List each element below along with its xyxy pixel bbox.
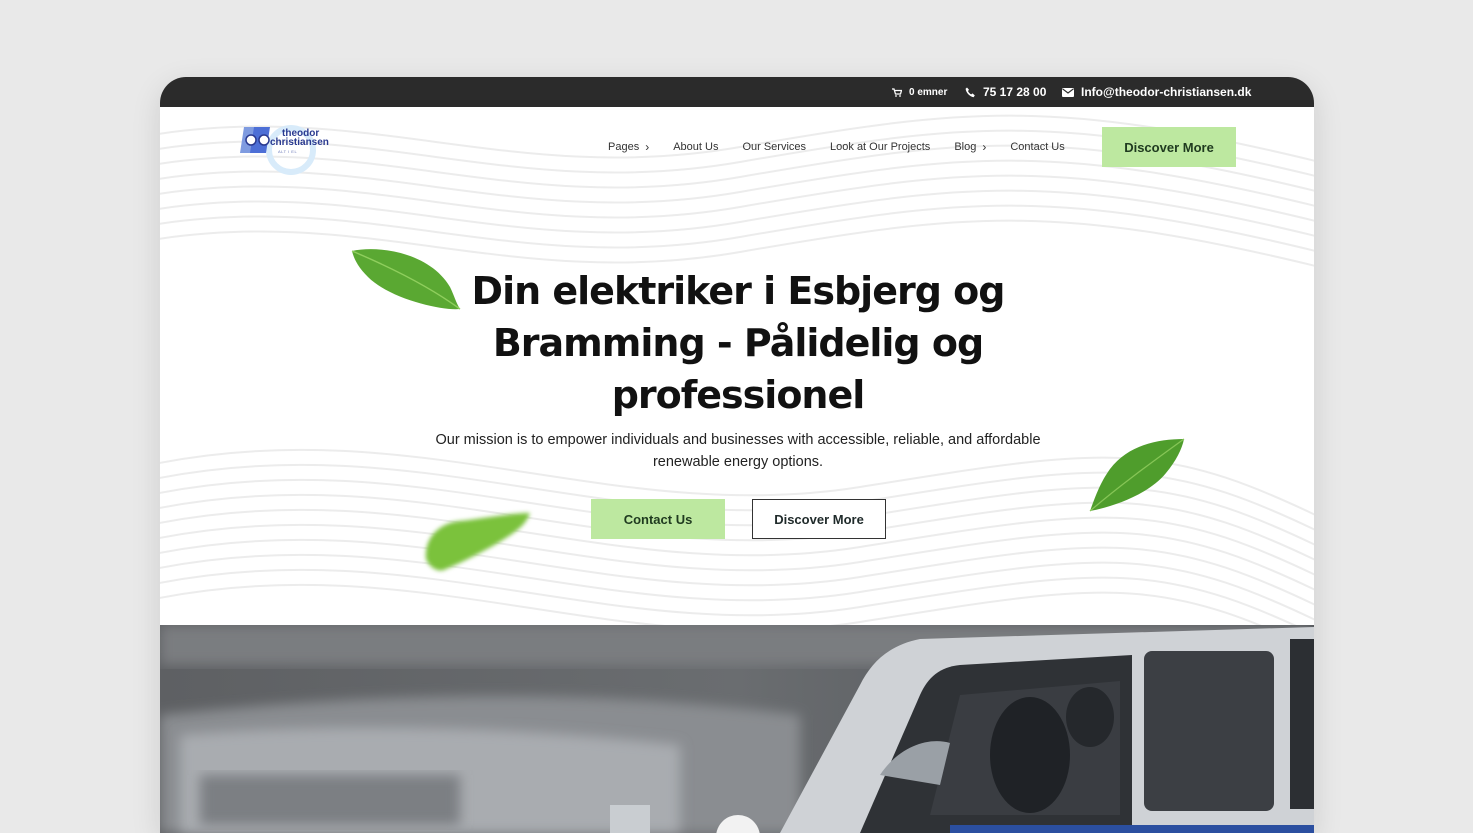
- nav-item-about-us[interactable]: About Us: [673, 141, 718, 153]
- cart-icon: [892, 87, 902, 97]
- hero-title-line: Din elektriker i Esbjerg og: [471, 269, 1006, 313]
- cart-link[interactable]: 0 emner: [892, 77, 947, 107]
- email-address: Info@theodor-christiansen.dk: [1081, 85, 1252, 99]
- leaf-icon: [1089, 438, 1185, 512]
- nav-item-label: Pages: [608, 141, 640, 153]
- header-discover-more-button[interactable]: Discover More: [1102, 127, 1236, 167]
- phone-icon: [965, 87, 976, 98]
- hero-photo-van: [160, 625, 1314, 833]
- leaf-icon: [425, 513, 530, 571]
- nav-item-our-services[interactable]: Our Services: [742, 141, 806, 153]
- nav-item-projects[interactable]: Look at Our Projects: [830, 141, 930, 153]
- chevron-right-icon: ›: [645, 140, 650, 154]
- chevron-right-icon: ›: [982, 140, 987, 154]
- nav-item-blog[interactable]: Blog ›: [954, 140, 986, 154]
- cart-count: 0 emner: [909, 86, 948, 98]
- logo-mark-icon: [240, 127, 270, 153]
- hero-title-line: Bramming - Pålidelig og: [492, 321, 984, 365]
- hero-section: theodor christiansen ALT I EL Pages › Ab…: [160, 107, 1314, 625]
- main-navigation: Pages › About Us Our Services Look at Ou…: [608, 133, 1065, 161]
- browser-window: 0 emner 75 17 28 00 Info@theodor-christi…: [160, 77, 1314, 833]
- nav-item-label: Blog: [954, 141, 977, 153]
- nav-item-pages[interactable]: Pages ›: [608, 140, 649, 154]
- phone-link[interactable]: 75 17 28 00: [965, 77, 1046, 107]
- discover-more-button[interactable]: Discover More: [752, 499, 886, 539]
- hero-subtitle: Our mission is to empower individuals an…: [430, 429, 1046, 473]
- hero-title: Din elektriker i Esbjerg og Bramming - P…: [440, 265, 1036, 421]
- company-logo[interactable]: theodor christiansen ALT I EL: [240, 121, 330, 177]
- hero-title-line: professionel: [611, 373, 866, 417]
- phone-number: 75 17 28 00: [983, 85, 1047, 99]
- hero-subtitle-line: Our mission is to empower individuals an…: [435, 432, 1041, 448]
- envelope-icon: [1062, 87, 1074, 97]
- nav-item-label: Our Services: [742, 141, 807, 153]
- hero-subtitle-line: renewable energy options.: [652, 454, 824, 470]
- logo-text-line2: christiansen: [270, 137, 329, 148]
- nav-item-label: Look at Our Projects: [830, 141, 931, 153]
- top-info-bar: 0 emner 75 17 28 00 Info@theodor-christi…: [160, 77, 1314, 107]
- nav-item-label: About Us: [673, 141, 719, 153]
- logo-tagline: ALT I EL: [278, 149, 298, 154]
- email-link[interactable]: Info@theodor-christiansen.dk: [1062, 77, 1251, 107]
- nav-item-contact-us[interactable]: Contact Us: [1010, 141, 1064, 153]
- nav-item-label: Contact Us: [1010, 141, 1065, 153]
- contact-us-button[interactable]: Contact Us: [591, 499, 725, 539]
